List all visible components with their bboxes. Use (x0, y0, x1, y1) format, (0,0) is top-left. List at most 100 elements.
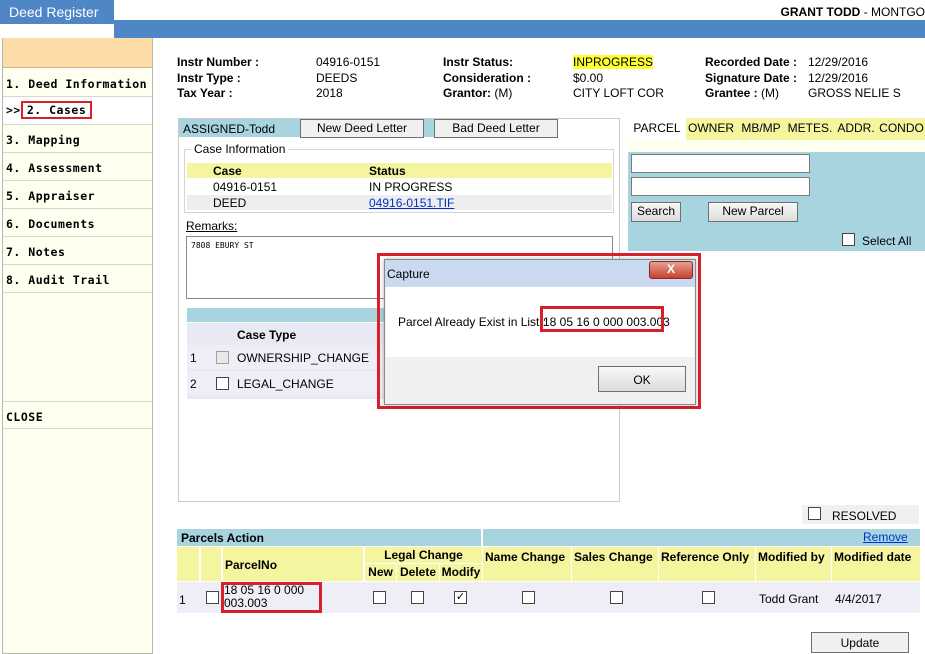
grantee-label-text: Grantee : (705, 86, 758, 100)
sidebar-item-appraiser[interactable]: 5. Appraiser (3, 181, 152, 209)
resolved-checkbox[interactable] (808, 507, 821, 520)
tab-parcel[interactable]: PARCEL (628, 118, 686, 140)
sales-change-header: Sales Change (572, 547, 658, 581)
modified-by-cell: Todd Grant (759, 592, 819, 606)
parcel-search-input-2[interactable] (631, 177, 810, 196)
app-title: Deed Register (0, 0, 114, 24)
instr-type-label: Instr Type : (177, 71, 241, 85)
sidebar-item-label: 4. Assessment (6, 161, 103, 175)
sidebar-item-label: 2. Cases (20, 101, 93, 119)
consideration-value: $0.00 (573, 71, 604, 85)
tab-strip-base (628, 140, 925, 152)
sidebar-item-audit-trail[interactable]: 8. Audit Trail (3, 265, 152, 293)
parcels-action-bar (483, 529, 920, 546)
instr-number-label: Instr Number : (177, 55, 260, 69)
case-information-legend: Case Information (191, 142, 289, 156)
top-bar: Deed Register GRANT TODD - MONTGO (0, 0, 925, 38)
legal-change-header: Legal Change (365, 547, 482, 563)
sidebar-item-label: 8. Audit Trail (6, 273, 110, 287)
tab-addr[interactable]: ADDR. (834, 118, 878, 140)
parcel-search-input[interactable] (631, 154, 810, 173)
recorded-date-value: 12/29/2016 (808, 55, 869, 69)
remove-link[interactable]: Remove (863, 530, 908, 544)
sidebar-item-label: 1. Deed Information (6, 77, 148, 91)
modified-by-header: Modified by (756, 547, 831, 581)
select-all-checkbox[interactable] (842, 233, 855, 246)
case-cell: 04916-0151 (213, 180, 278, 194)
ownership-change-checkbox[interactable] (216, 351, 229, 364)
row-number: 1 (179, 593, 186, 607)
sidebar-item-deed-information[interactable]: 1. Deed Information (3, 69, 152, 97)
name-change-checkbox[interactable] (522, 591, 535, 604)
row-select-checkbox[interactable] (206, 591, 219, 604)
sidebar-item-label: 5. Appraiser (6, 189, 96, 203)
instr-number-value: 04916-0151 (316, 55, 381, 69)
select-all-label: Select All (862, 234, 912, 248)
sales-change-checkbox[interactable] (610, 591, 623, 604)
new-parcel-button[interactable]: New Parcel (708, 202, 798, 222)
delete-checkbox[interactable] (411, 591, 424, 604)
instr-status-value: INPROGRESS (573, 55, 654, 69)
tab-owner[interactable]: OWNER (686, 118, 736, 140)
sidebar-item-label: 6. Documents (6, 217, 96, 231)
signature-date-value: 12/29/2016 (808, 71, 869, 85)
grantee-label: Grantee : (M) (705, 86, 779, 100)
search-button[interactable]: Search (631, 202, 681, 222)
sidebar-item-documents[interactable]: 6. Documents (3, 209, 152, 237)
grantor-type: (M) (494, 86, 513, 100)
legal-change-checkbox[interactable] (216, 377, 229, 390)
modify-checkbox[interactable]: ✓ (454, 591, 467, 604)
delete-header: Delete (397, 564, 439, 581)
parcel-no-header: ParcelNo (223, 547, 363, 581)
close-button[interactable]: CLOSE (3, 401, 152, 429)
current-marker: >> (6, 103, 21, 117)
bad-deed-letter-button[interactable]: Bad Deed Letter (434, 119, 558, 138)
dialog-titlebar: Capture X (385, 260, 695, 287)
tab-mb-mp[interactable]: MB/MP (736, 118, 786, 140)
ok-button[interactable]: OK (598, 366, 686, 392)
modified-date-cell: 4/4/2017 (835, 592, 882, 606)
reference-only-header: Reference Only (659, 547, 755, 581)
user-county: - MONTGO (860, 5, 925, 19)
sidebar: 1. Deed Information >> 2. Cases 3. Mappin… (2, 38, 153, 654)
parcels-action-table: Parcels Action Remove ParcelNo Legal Cha… (177, 529, 920, 613)
table-row: DEED 04916-0151.TIF (187, 195, 612, 210)
top-bar-stripe (114, 20, 925, 38)
tab-condo[interactable]: CONDO (878, 118, 925, 140)
user-name: GRANT TODD (780, 5, 861, 19)
header-cell-select (201, 547, 221, 581)
consideration-label: Consideration : (443, 71, 532, 85)
new-deed-letter-button[interactable]: New Deed Letter (300, 119, 424, 138)
search-panel: PARCEL OWNER MB/MP METES. ADDR. CONDO Se… (628, 118, 925, 251)
table-row: 04916-0151 IN PROGRESS (187, 179, 612, 194)
update-button[interactable]: Update (811, 632, 909, 653)
status-cell: IN PROGRESS (369, 180, 453, 194)
sidebar-item-label: 7. Notes (6, 245, 66, 259)
grantee-value: GROSS NELIE S (808, 86, 901, 100)
sidebar-item-cases[interactable]: >> 2. Cases (3, 97, 152, 125)
sidebar-item-mapping[interactable]: 3. Mapping (3, 125, 152, 153)
row-number: 1 (190, 351, 197, 365)
grantor-value: CITY LOFT COR (573, 86, 664, 100)
case-type-label: OWNERSHIP_CHANGE (237, 351, 370, 365)
case-type-column-header: Case Type (237, 328, 297, 342)
dialog-title: Capture (387, 267, 430, 281)
instr-type-value: DEEDS (316, 71, 358, 85)
row-number: 2 (190, 377, 197, 391)
assigned-label: ASSIGNED-Todd (183, 122, 276, 136)
sidebar-item-notes[interactable]: 7. Notes (3, 237, 152, 265)
grantor-label-text: Grantor: (443, 86, 491, 100)
resolved-label: RESOLVED (832, 509, 897, 523)
status-column-header: Status (369, 164, 406, 178)
reference-only-checkbox[interactable] (702, 591, 715, 604)
new-checkbox[interactable] (373, 591, 386, 604)
sidebar-item-assessment[interactable]: 4. Assessment (3, 153, 152, 181)
tab-metes[interactable]: METES. (786, 118, 834, 140)
document-link[interactable]: 04916-0151.TIF (369, 196, 454, 210)
close-icon[interactable]: X (649, 261, 693, 279)
grantee-type: (M) (761, 86, 780, 100)
case-type-label: LEGAL_CHANGE (237, 377, 334, 391)
remarks-label: Remarks: (186, 219, 238, 233)
instr-status-label: Instr Status: (443, 55, 514, 69)
resolved-area: RESOLVED (802, 505, 919, 524)
